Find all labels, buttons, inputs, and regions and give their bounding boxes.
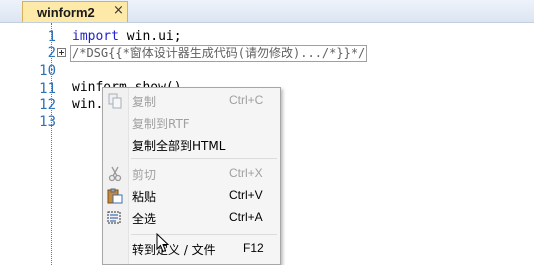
tab-bar: winform2 × [0, 0, 534, 23]
menu-item-label: 复制到RTF [132, 117, 190, 131]
menu-item-cut[interactable]: 剪切 Ctrl+X [103, 163, 280, 185]
tab-label: winform2 [37, 5, 95, 20]
menu-item-select-all[interactable]: 全选 Ctrl+A [103, 207, 280, 229]
close-icon[interactable]: × [113, 3, 124, 18]
menu-item-label: 复制 [132, 95, 157, 109]
menu-item-shortcut: F12 [243, 241, 264, 255]
context-menu: 复制 Ctrl+C 复制到RTF 复制全部到HTML 剪切 Ctrl+X 粘贴 … [102, 87, 281, 265]
mouse-cursor-icon [156, 232, 170, 257]
menu-item-paste[interactable]: 粘贴 Ctrl+V [103, 185, 280, 207]
line-number-gutter: 1 2 10 11 12 13 [0, 23, 56, 265]
menu-item-label: 剪切 [132, 168, 157, 182]
select-all-icon [107, 210, 123, 226]
line-number: 13 [39, 114, 56, 130]
menu-item-copy[interactable]: 复制 Ctrl+C [103, 90, 280, 112]
line-number: 2 [47, 45, 56, 61]
folded-region[interactable]: /*DSG{{*窗体设计器生成代码(请勿修改).../*}}*/ [70, 45, 368, 62]
line-number: 1 [47, 29, 56, 45]
code-text: win.ui; [118, 29, 182, 44]
fold-expand-icon[interactable] [57, 48, 66, 57]
code-line-12: win. [72, 97, 104, 112]
code-line-1: import win.ui; [72, 29, 182, 45]
line-number: 11 [39, 81, 56, 97]
tab-winform2[interactable]: winform2 × [22, 1, 128, 22]
menu-item-goto-definition[interactable]: 转到定义 / 文件 F12 [103, 238, 280, 260]
menu-item-copy-all-html[interactable]: 复制全部到HTML [103, 134, 280, 156]
menu-item-label: 全选 [132, 212, 157, 226]
menu-separator [131, 234, 277, 235]
menu-item-label: 转到定义 / 文件 [132, 243, 216, 257]
menu-item-shortcut: Ctrl+X [229, 166, 263, 180]
menu-item-label: 复制全部到HTML [132, 139, 226, 153]
scissors-icon [107, 166, 123, 182]
menu-item-shortcut: Ctrl+C [229, 93, 264, 107]
menu-item-shortcut: Ctrl+A [229, 210, 263, 224]
line-number: 12 [39, 97, 56, 113]
menu-item-copy-rtf[interactable]: 复制到RTF [103, 112, 280, 134]
menu-separator [131, 158, 277, 159]
menu-item-shortcut: Ctrl+V [229, 188, 263, 202]
gutter-separator [51, 23, 52, 265]
paste-icon [107, 188, 123, 204]
keyword: import [72, 29, 119, 44]
copy-icon [107, 93, 123, 109]
menu-item-label: 粘贴 [132, 190, 157, 204]
line-number: 10 [39, 63, 56, 79]
